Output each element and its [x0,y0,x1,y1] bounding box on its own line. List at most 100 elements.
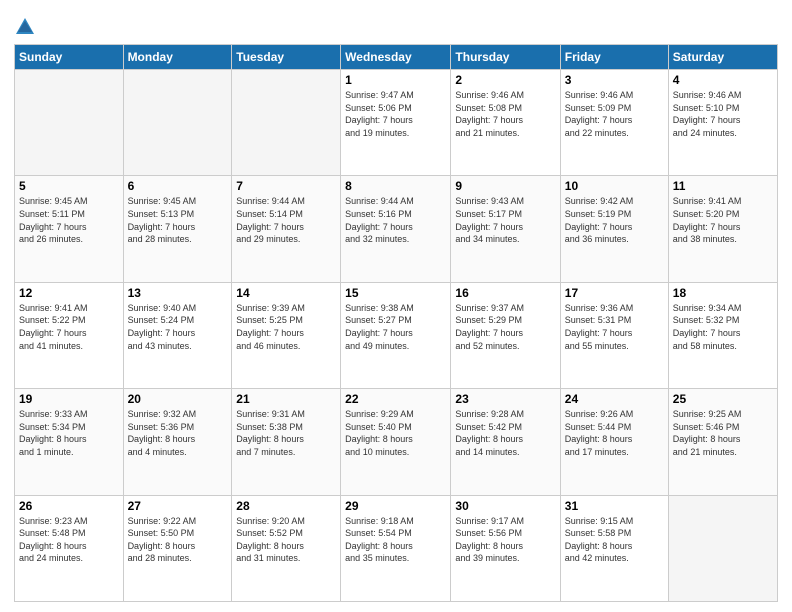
calendar-cell: 10Sunrise: 9:42 AM Sunset: 5:19 PM Dayli… [560,176,668,282]
day-number: 15 [345,286,446,300]
day-number: 31 [565,499,664,513]
day-info: Sunrise: 9:47 AM Sunset: 5:06 PM Dayligh… [345,89,446,139]
weekday-header-monday: Monday [123,45,232,70]
page: SundayMondayTuesdayWednesdayThursdayFrid… [0,0,792,612]
day-info: Sunrise: 9:26 AM Sunset: 5:44 PM Dayligh… [565,408,664,458]
calendar-cell: 27 Sunrise: 9:22 AM Sunset: 5:50 PM Dayli… [123,495,232,601]
day-info: Sunrise: 9:15 AM Sunset: 5:58 PM Dayligh… [565,515,664,565]
logo [14,14,40,38]
day-info: Sunrise: 9:41 AM Sunset: 5:22 PM Dayligh… [19,302,119,352]
calendar-cell: 1 Sunrise: 9:47 AM Sunset: 5:06 PM Daylig… [341,70,451,176]
calendar-cell: 17 Sunrise: 9:36 AM Sunset: 5:31 PM Dayli… [560,282,668,388]
calendar-cell: 25Sunrise: 9:25 AM Sunset: 5:46 PM Dayli… [668,389,777,495]
day-number: 19 [19,392,119,406]
weekday-header-saturday: Saturday [668,45,777,70]
day-number: 23 [455,392,555,406]
day-info: Sunrise: 9:43 AM Sunset: 5:17 PM Dayligh… [455,195,555,245]
calendar-cell: 14Sunrise: 9:39 AM Sunset: 5:25 PM Dayli… [232,282,341,388]
day-info: Sunrise: 9:36 AM Sunset: 5:31 PM Dayligh… [565,302,664,352]
day-number: 24 [565,392,664,406]
weekday-header-thursday: Thursday [451,45,560,70]
day-info: Sunrise: 9:25 AM Sunset: 5:46 PM Dayligh… [673,408,773,458]
day-number: 1 [345,73,446,87]
day-number: 21 [236,392,336,406]
day-number: 29 [345,499,446,513]
calendar-cell: 18Sunrise: 9:34 AM Sunset: 5:32 PM Dayli… [668,282,777,388]
day-info: Sunrise: 9:33 AM Sunset: 5:34 PM Dayligh… [19,408,119,458]
day-info: Sunrise: 9:40 AM Sunset: 5:24 PM Dayligh… [128,302,228,352]
day-number: 17 [565,286,664,300]
day-info: Sunrise: 9:37 AM Sunset: 5:29 PM Dayligh… [455,302,555,352]
weekday-header-sunday: Sunday [15,45,124,70]
day-number: 8 [345,179,446,193]
calendar-cell: 22 Sunrise: 9:29 AM Sunset: 5:40 PM Dayli… [341,389,451,495]
day-number: 11 [673,179,773,193]
calendar-cell: 13 Sunrise: 9:40 AM Sunset: 5:24 PM Dayli… [123,282,232,388]
day-info: Sunrise: 9:45 AM Sunset: 5:13 PM Dayligh… [128,195,228,245]
calendar-cell: 31 Sunrise: 9:15 AM Sunset: 5:58 PM Dayli… [560,495,668,601]
day-number: 16 [455,286,555,300]
day-number: 4 [673,73,773,87]
day-info: Sunrise: 9:29 AM Sunset: 5:40 PM Dayligh… [345,408,446,458]
calendar-cell [668,495,777,601]
calendar-cell [15,70,124,176]
day-number: 28 [236,499,336,513]
calendar-cell: 26Sunrise: 9:23 AM Sunset: 5:48 PM Dayli… [15,495,124,601]
day-number: 9 [455,179,555,193]
calendar-cell: 11 Sunrise: 9:41 AM Sunset: 5:20 PM Dayli… [668,176,777,282]
day-number: 27 [128,499,228,513]
weekday-header-friday: Friday [560,45,668,70]
calendar-cell: 21Sunrise: 9:31 AM Sunset: 5:38 PM Dayli… [232,389,341,495]
day-info: Sunrise: 9:32 AM Sunset: 5:36 PM Dayligh… [128,408,228,458]
logo-icon [14,16,36,38]
day-info: Sunrise: 9:44 AM Sunset: 5:14 PM Dayligh… [236,195,336,245]
calendar-cell: 29 Sunrise: 9:18 AM Sunset: 5:54 PM Dayli… [341,495,451,601]
calendar-cell: 5 Sunrise: 9:45 AM Sunset: 5:11 PM Daylig… [15,176,124,282]
day-number: 30 [455,499,555,513]
calendar-cell [232,70,341,176]
day-info: Sunrise: 9:22 AM Sunset: 5:50 PM Dayligh… [128,515,228,565]
calendar-cell: 4 Sunrise: 9:46 AM Sunset: 5:10 PM Daylig… [668,70,777,176]
calendar-cell: 2 Sunrise: 9:46 AM Sunset: 5:08 PM Daylig… [451,70,560,176]
day-number: 13 [128,286,228,300]
calendar-cell: 28Sunrise: 9:20 AM Sunset: 5:52 PM Dayli… [232,495,341,601]
day-number: 3 [565,73,664,87]
week-row-4: 19 Sunrise: 9:33 AM Sunset: 5:34 PM Dayli… [15,389,778,495]
day-info: Sunrise: 9:23 AM Sunset: 5:48 PM Dayligh… [19,515,119,565]
day-info: Sunrise: 9:46 AM Sunset: 5:08 PM Dayligh… [455,89,555,139]
day-info: Sunrise: 9:46 AM Sunset: 5:10 PM Dayligh… [673,89,773,139]
calendar-cell: 7 Sunrise: 9:44 AM Sunset: 5:14 PM Daylig… [232,176,341,282]
day-info: Sunrise: 9:34 AM Sunset: 5:32 PM Dayligh… [673,302,773,352]
calendar-table: SundayMondayTuesdayWednesdayThursdayFrid… [14,44,778,602]
weekday-header-row: SundayMondayTuesdayWednesdayThursdayFrid… [15,45,778,70]
calendar-cell: 24 Sunrise: 9:26 AM Sunset: 5:44 PM Dayli… [560,389,668,495]
calendar-cell: 20 Sunrise: 9:32 AM Sunset: 5:36 PM Dayli… [123,389,232,495]
day-number: 7 [236,179,336,193]
day-info: Sunrise: 9:28 AM Sunset: 5:42 PM Dayligh… [455,408,555,458]
day-number: 22 [345,392,446,406]
day-info: Sunrise: 9:38 AM Sunset: 5:27 PM Dayligh… [345,302,446,352]
week-row-1: 1 Sunrise: 9:47 AM Sunset: 5:06 PM Daylig… [15,70,778,176]
header [14,10,778,38]
calendar-cell: 6 Sunrise: 9:45 AM Sunset: 5:13 PM Daylig… [123,176,232,282]
day-number: 12 [19,286,119,300]
day-info: Sunrise: 9:41 AM Sunset: 5:20 PM Dayligh… [673,195,773,245]
calendar-cell: 16 Sunrise: 9:37 AM Sunset: 5:29 PM Dayli… [451,282,560,388]
day-number: 14 [236,286,336,300]
day-info: Sunrise: 9:45 AM Sunset: 5:11 PM Dayligh… [19,195,119,245]
calendar-cell [123,70,232,176]
day-number: 2 [455,73,555,87]
calendar-cell: 19 Sunrise: 9:33 AM Sunset: 5:34 PM Dayli… [15,389,124,495]
day-info: Sunrise: 9:17 AM Sunset: 5:56 PM Dayligh… [455,515,555,565]
day-info: Sunrise: 9:18 AM Sunset: 5:54 PM Dayligh… [345,515,446,565]
calendar-cell: 15 Sunrise: 9:38 AM Sunset: 5:27 PM Dayli… [341,282,451,388]
weekday-header-tuesday: Tuesday [232,45,341,70]
calendar-cell: 23 Sunrise: 9:28 AM Sunset: 5:42 PM Dayli… [451,389,560,495]
day-number: 5 [19,179,119,193]
calendar-cell: 12 Sunrise: 9:41 AM Sunset: 5:22 PM Dayli… [15,282,124,388]
day-number: 20 [128,392,228,406]
calendar-cell: 8Sunrise: 9:44 AM Sunset: 5:16 PM Daylig… [341,176,451,282]
day-number: 6 [128,179,228,193]
day-info: Sunrise: 9:46 AM Sunset: 5:09 PM Dayligh… [565,89,664,139]
day-number: 10 [565,179,664,193]
